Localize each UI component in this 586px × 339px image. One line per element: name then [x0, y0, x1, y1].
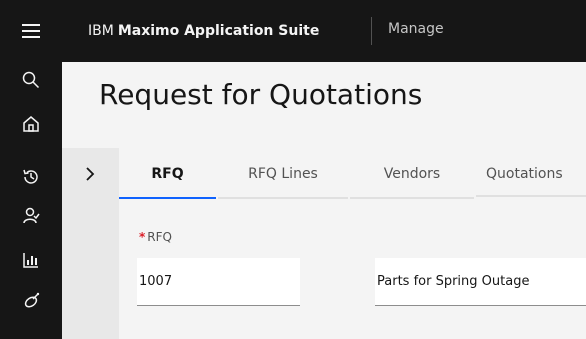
search-icon [22, 71, 40, 89]
app-name: Manage [388, 21, 444, 37]
rfq-field-label: * RFQ [139, 230, 172, 244]
nav-history[interactable] [0, 163, 62, 191]
brand-prefix: IBM [88, 23, 114, 39]
header-divider [371, 17, 372, 45]
history-icon [23, 169, 38, 184]
required-marker: * [139, 230, 146, 244]
content-area: RFQ RFQ Lines Vendors Quotations * RFQ 10… [62, 148, 586, 339]
maximo-app-window: IBM Maximo Application Suite Manage Requ… [0, 0, 586, 339]
person-icon [23, 207, 40, 224]
chevron-right-icon [86, 167, 95, 181]
menu-button[interactable] [0, 0, 62, 62]
tab-rfq[interactable]: RFQ [119, 148, 216, 199]
rfq-number-input[interactable]: 1007 [137, 258, 300, 306]
tab-bar: RFQ RFQ Lines Vendors Quotations [119, 148, 586, 200]
home-icon [23, 116, 39, 132]
menu-icon [22, 24, 40, 38]
record-detail-panel: RFQ RFQ Lines Vendors Quotations * RFQ 10… [119, 148, 586, 339]
tab-rfq-lines[interactable]: RFQ Lines [218, 148, 348, 199]
nav-reports[interactable] [0, 246, 62, 274]
nav-search[interactable] [0, 66, 62, 94]
brand-title[interactable]: IBM Maximo Application Suite [88, 20, 319, 42]
rfq-description-input[interactable]: Parts for Spring Outage [375, 258, 586, 306]
nav-assets[interactable] [0, 287, 62, 315]
rfq-number-value: 1007 [139, 274, 173, 289]
top-header-bar: IBM Maximo Application Suite Manage [0, 0, 586, 62]
page-title: Request for Quotations [99, 78, 423, 111]
chart-icon [23, 253, 38, 268]
expand-panel-button[interactable] [62, 148, 118, 200]
satellite-icon [24, 292, 40, 308]
nav-people[interactable] [0, 202, 62, 230]
tab-quotations[interactable]: Quotations [476, 148, 586, 197]
tab-vendors[interactable]: Vendors [350, 148, 474, 199]
brand-name: Maximo Application Suite [117, 23, 320, 39]
page-header: Request for Quotations [62, 62, 586, 148]
rfq-label-text: RFQ [147, 230, 172, 244]
nav-home[interactable] [0, 110, 62, 138]
rfq-description-value: Parts for Spring Outage [377, 274, 530, 289]
side-navigation [0, 62, 62, 339]
